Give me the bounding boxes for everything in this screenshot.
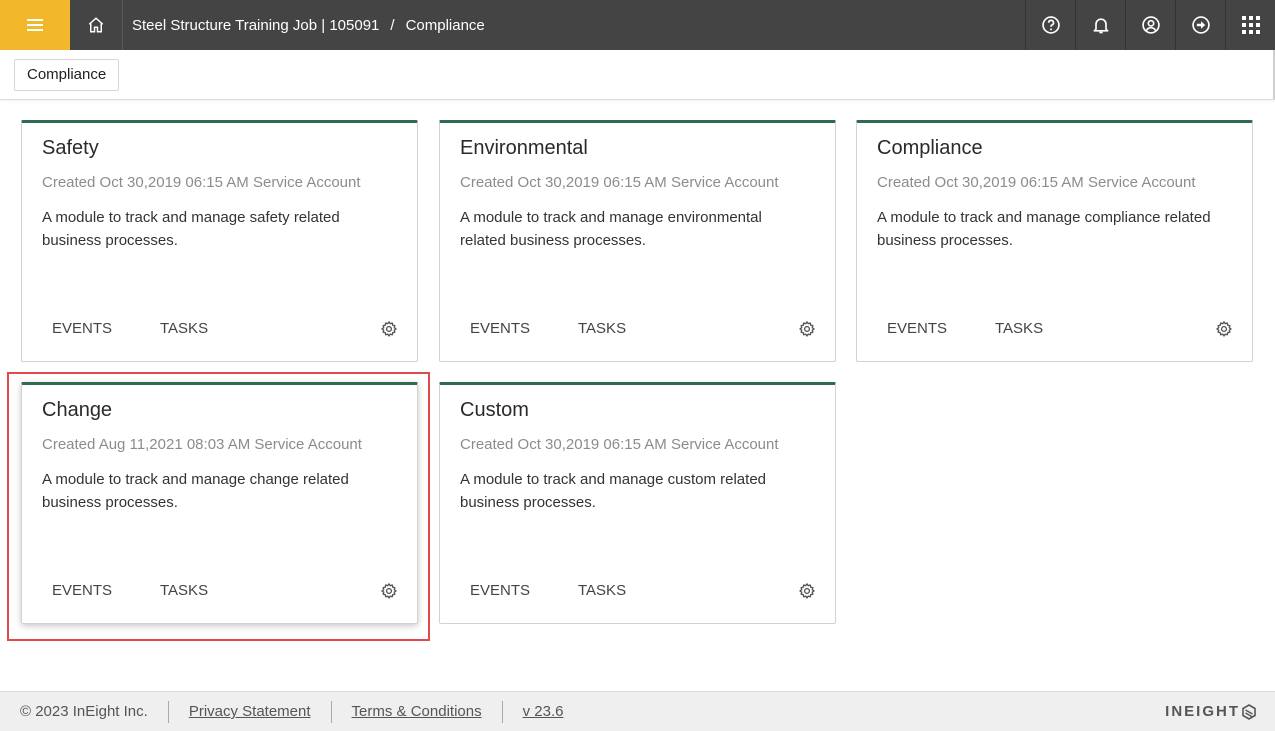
menu-button[interactable] (0, 0, 70, 50)
events-button[interactable]: EVENTS (52, 582, 112, 599)
apps-grid-icon (1241, 16, 1260, 34)
top-navigation-bar: Steel Structure Training Job | 105091 / … (0, 0, 1275, 50)
tasks-button[interactable]: TASKS (160, 320, 208, 337)
events-button[interactable]: EVENTS (887, 320, 947, 337)
card-description: A module to track and manage change rela… (42, 471, 349, 511)
footer: © 2023 InEight Inc. Privacy Statement Te… (0, 691, 1275, 731)
logout-button[interactable] (1175, 0, 1225, 50)
card-title: Environmental (460, 137, 588, 159)
module-card-safety[interactable]: Safety Created Oct 30,2019 06:15 AM Serv… (21, 120, 418, 362)
help-button[interactable] (1025, 0, 1075, 50)
gear-icon[interactable] (380, 320, 398, 338)
module-card-compliance[interactable]: Compliance Created Oct 30,2019 06:15 AM … (856, 120, 1253, 362)
events-button[interactable]: EVENTS (470, 320, 530, 337)
card-created-info: Created Oct 30,2019 06:15 AM Service Acc… (460, 436, 779, 453)
module-card-custom[interactable]: Custom Created Oct 30,2019 06:15 AM Serv… (439, 382, 836, 624)
logout-icon (1191, 16, 1210, 34)
card-title: Change (42, 399, 113, 421)
module-card-environmental[interactable]: Environmental Created Oct 30,2019 06:15 … (439, 120, 836, 362)
card-description: A module to track and manage custom rela… (460, 471, 767, 511)
module-card-change[interactable]: Change Created Aug 11,2021 08:03 AM Serv… (21, 382, 418, 624)
card-created-info: Created Oct 30,2019 06:15 AM Service Acc… (877, 174, 1196, 191)
tasks-button[interactable]: TASKS (160, 582, 208, 599)
user-icon (1141, 16, 1160, 34)
sub-header: Compliance (0, 50, 1275, 100)
card-created-info: Created Aug 11,2021 08:03 AM Service Acc… (42, 436, 362, 453)
tasks-button[interactable]: TASKS (995, 320, 1043, 337)
card-title: Custom (460, 399, 529, 421)
notifications-button[interactable] (1075, 0, 1125, 50)
card-description: A module to track and manage compliance … (877, 209, 1211, 249)
events-button[interactable]: EVENTS (470, 582, 530, 599)
card-description: A module to track and manage environment… (460, 209, 762, 249)
gear-icon[interactable] (798, 582, 816, 600)
events-button[interactable]: EVENTS (52, 320, 112, 337)
home-icon (88, 17, 104, 33)
bell-icon (1093, 18, 1108, 34)
gear-icon[interactable] (1215, 320, 1233, 338)
copyright-text: © 2023 InEight Inc. (20, 703, 148, 720)
breadcrumb: Steel Structure Training Job | 105091 / … (122, 0, 485, 50)
user-profile-button[interactable] (1125, 0, 1175, 50)
apps-button[interactable] (1225, 0, 1275, 50)
tab-compliance[interactable]: Compliance (14, 59, 120, 91)
terms-conditions-link[interactable]: Terms & Conditions (332, 703, 502, 720)
menu-icon (27, 16, 43, 34)
breadcrumb-current: Compliance (405, 16, 485, 34)
tasks-button[interactable]: TASKS (578, 320, 626, 337)
brand-mark-icon (1242, 703, 1256, 720)
card-created-info: Created Oct 30,2019 06:15 AM Service Acc… (460, 174, 779, 191)
version-link[interactable]: v 23.6 (503, 703, 584, 720)
gear-icon[interactable] (798, 320, 816, 338)
brand-logo: INEIGHT (1165, 703, 1257, 720)
card-title: Compliance (877, 137, 983, 159)
tasks-button[interactable]: TASKS (578, 582, 626, 599)
breadcrumb-project[interactable]: Steel Structure Training Job | 105091 (132, 17, 379, 34)
brand-wordmark: INEIGHT (1165, 703, 1240, 720)
home-button[interactable] (70, 0, 122, 50)
card-description: A module to track and manage safety rela… (42, 209, 340, 249)
breadcrumb-separator: / (390, 16, 395, 34)
help-icon (1041, 16, 1060, 34)
gear-icon[interactable] (380, 582, 398, 600)
privacy-statement-link[interactable]: Privacy Statement (169, 703, 331, 720)
card-title: Safety (42, 137, 99, 159)
card-created-info: Created Oct 30,2019 06:15 AM Service Acc… (42, 174, 361, 191)
